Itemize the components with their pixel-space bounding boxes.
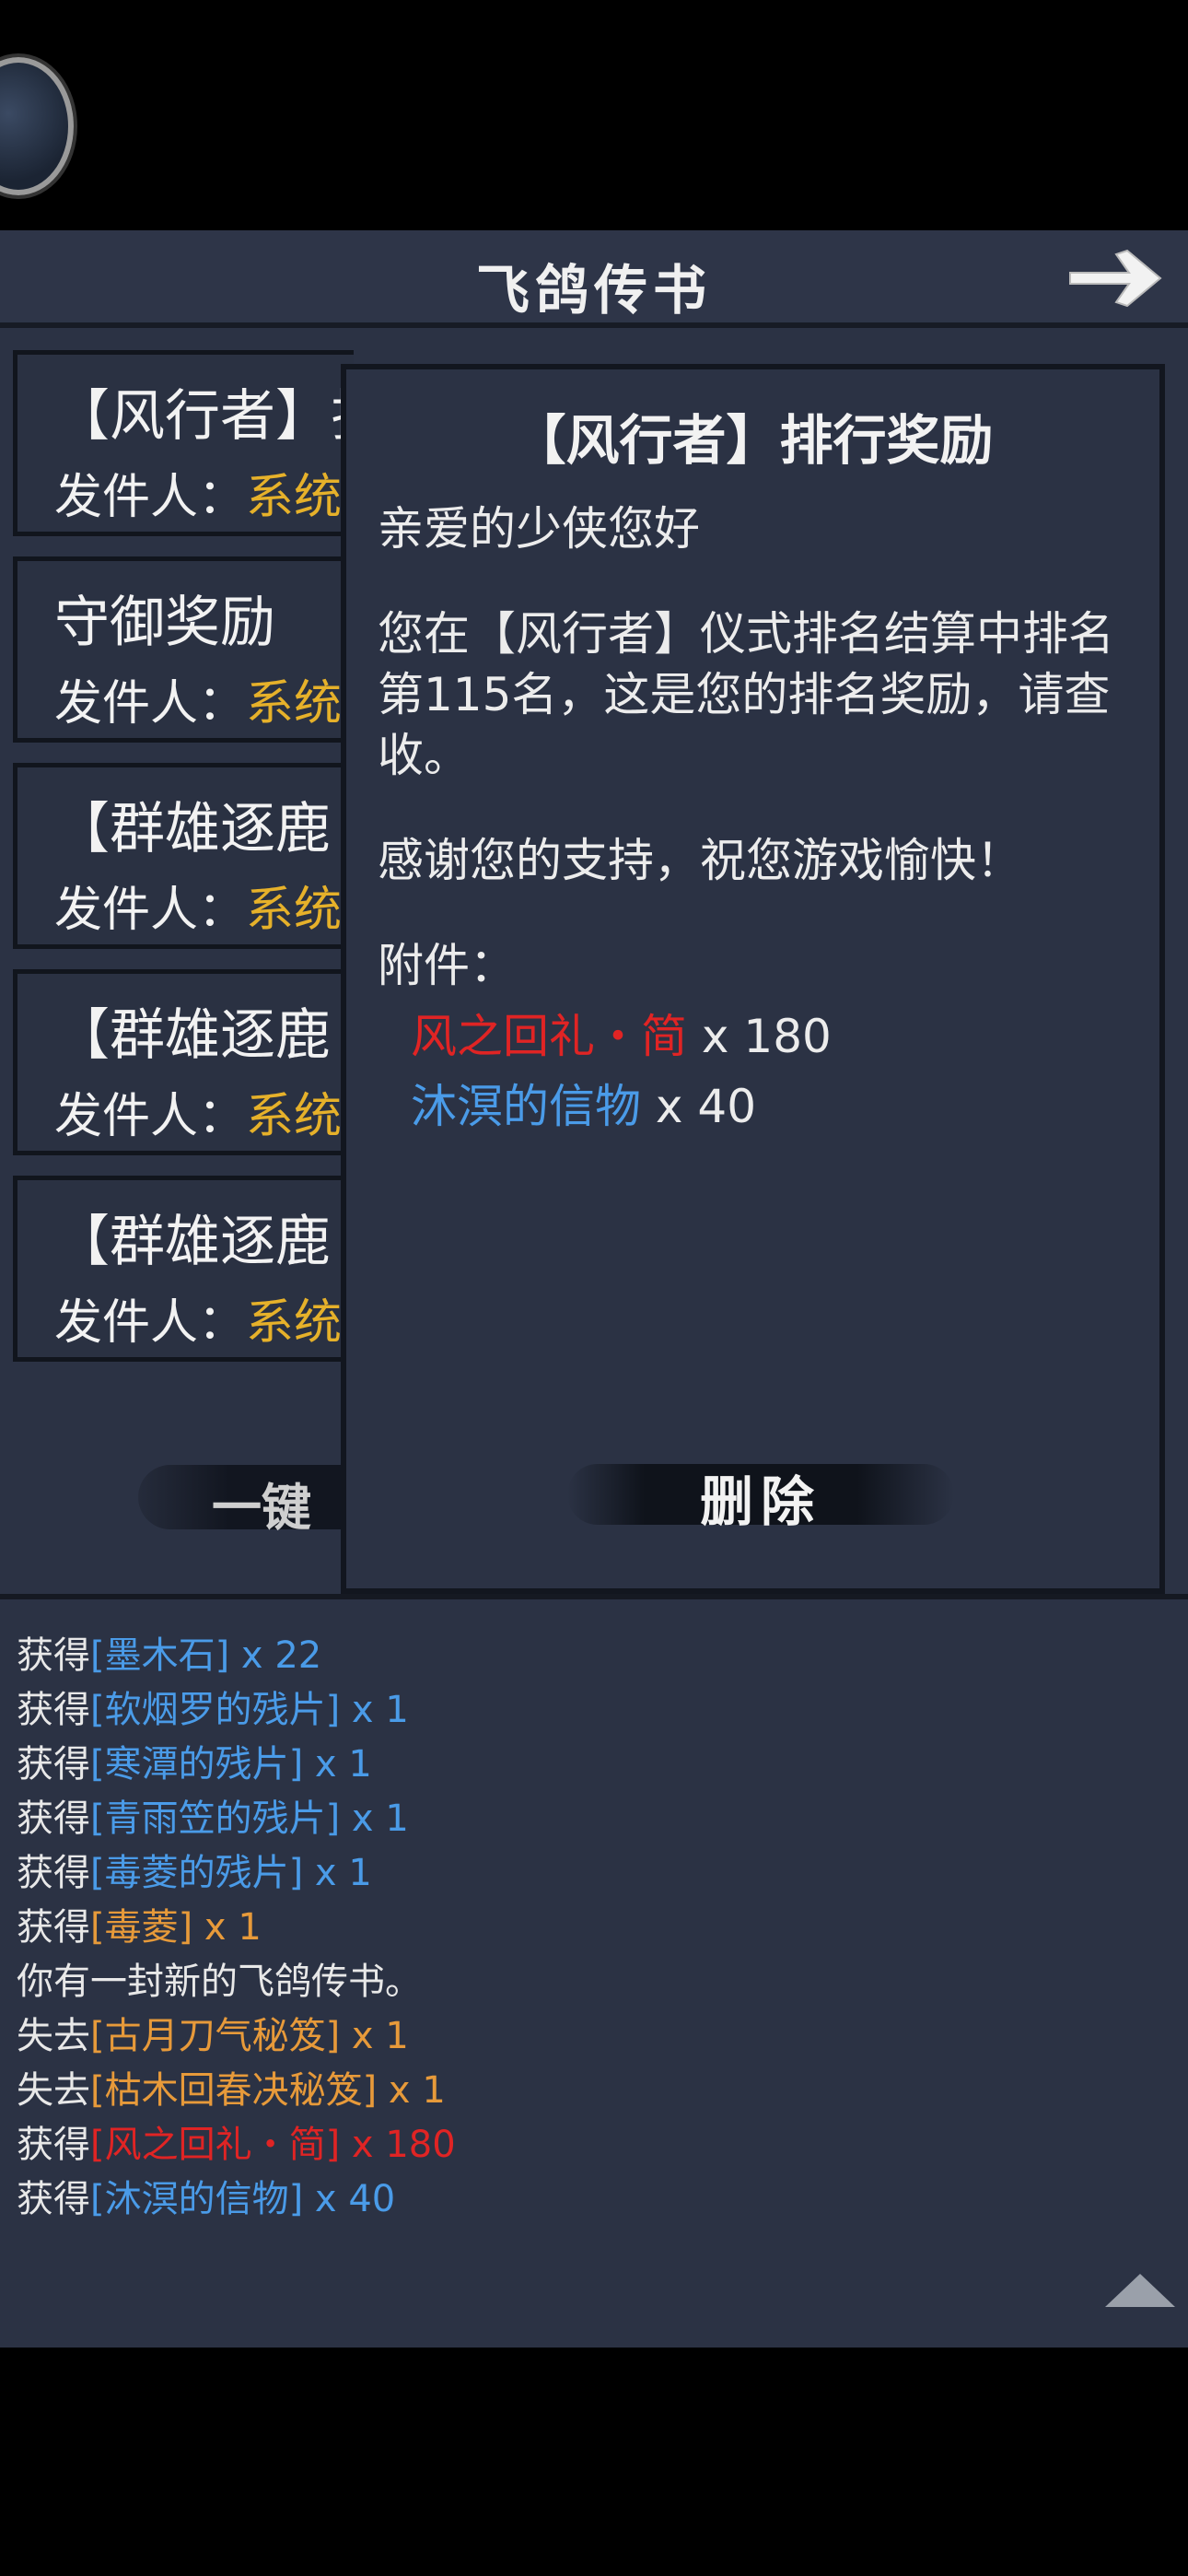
mail-detail-body: 亲爱的少侠您好 您在【风行者】仪式排名结算中排名第115名，这是您的排名奖励，请…: [378, 498, 1142, 1142]
attachment-item[interactable]: 沐溟的信物 x 40: [411, 1071, 1142, 1142]
delete-button[interactable]: 删除: [567, 1447, 954, 1540]
mail-item-sender: 发件人：系统: [54, 1295, 343, 1351]
attachment-name: 风之回礼・简: [411, 1010, 687, 1063]
mail-list-item[interactable]: 【风行者】排 发件人：系统: [13, 350, 354, 536]
mail-item-sender: 发件人：系统: [54, 1089, 343, 1144]
page-title: 飞鸽传书: [475, 259, 712, 322]
bulk-claim-label: 一键: [212, 1478, 311, 1537]
log-line: 获得[墨木石] x 22: [17, 1634, 322, 1677]
mail-list-item[interactable]: 守御奖励 发件人：系统: [13, 556, 354, 743]
mail-list-item[interactable]: 【群雄逐鹿 发件人：系统: [13, 1176, 354, 1362]
mail-list-item[interactable]: 【群雄逐鹿 发件人：系统: [13, 969, 354, 1155]
mail-list: 【风行者】排 发件人：系统 守御奖励 发件人：系统 【群雄逐鹿 发件人：系统 【…: [13, 350, 354, 1400]
log-line: 获得[软烟罗的残片] x 1: [17, 1689, 409, 1731]
log-line: 你有一封新的飞鸽传书。: [17, 1961, 422, 2003]
mail-panel: 飞鸽传书 【风行者】排 发件人：系统 守御奖励 发件人：系统 【群雄逐鹿 发件人…: [0, 230, 1188, 1649]
mail-item-sender: 发件人：系统: [54, 883, 343, 938]
mail-item-sender: 发件人：系统: [54, 470, 343, 525]
attachment-label: 附件：: [378, 939, 516, 992]
mail-greeting: 亲爱的少侠您好: [378, 502, 700, 556]
attachment-qty: x 180: [687, 1010, 832, 1063]
mail-item-title: 守御奖励: [54, 591, 275, 655]
log-line: 失去[枯木回春决秘笈] x 1: [17, 2069, 446, 2112]
panel-header: 飞鸽传书: [0, 230, 1188, 328]
player-avatar[interactable]: [0, 57, 74, 195]
log-line: 获得[毒菱] x 1: [17, 1906, 262, 1949]
attachment-item[interactable]: 风之回礼・简 x 180: [411, 1001, 1142, 1071]
message-log: 获得[墨木石] x 22 获得[软烟罗的残片] x 1 获得[寒潭的残片] x 1 获…: [0, 1594, 1188, 2348]
log-line: 获得[沐溟的信物] x 40: [17, 2178, 396, 2220]
log-line: 获得[寒潭的残片] x 1: [17, 1743, 372, 1786]
log-line: 获得[风之回礼・简] x 180: [17, 2124, 456, 2166]
mail-message: 您在【风行者】仪式排名结算中排名第115名，这是您的排名奖励，请查收。: [378, 607, 1114, 782]
arrow-right-icon[interactable]: [1065, 245, 1166, 311]
mail-thanks: 感谢您的支持，祝您游戏愉快！: [378, 834, 1022, 887]
mail-item-title: 【群雄逐鹿: [54, 1210, 331, 1274]
mail-detail-panel: 【风行者】排行奖励 亲爱的少侠您好 您在【风行者】仪式排名结算中排名第115名，…: [341, 364, 1165, 1594]
mail-detail-title: 【风行者】排行奖励: [512, 409, 994, 472]
attachment-name: 沐溟的信物: [411, 1080, 641, 1133]
mail-list-item[interactable]: 【群雄逐鹿 发件人：系统: [13, 763, 354, 949]
delete-label: 删除: [699, 1470, 821, 1533]
scroll-up-icon[interactable]: [1105, 2274, 1175, 2307]
log-line: 获得[毒菱的残片] x 1: [17, 1852, 372, 1894]
mail-item-sender: 发件人：系统: [54, 676, 343, 732]
log-line: 失去[古月刀气秘笈] x 1: [17, 2015, 409, 2057]
mail-item-title: 【群雄逐鹿: [54, 1003, 331, 1068]
mail-item-title: 【风行者】排: [54, 384, 354, 449]
attachment-qty: x 40: [641, 1080, 756, 1133]
log-line: 获得[青雨笠的残片] x 1: [17, 1797, 409, 1840]
mail-item-title: 【群雄逐鹿: [54, 797, 331, 861]
